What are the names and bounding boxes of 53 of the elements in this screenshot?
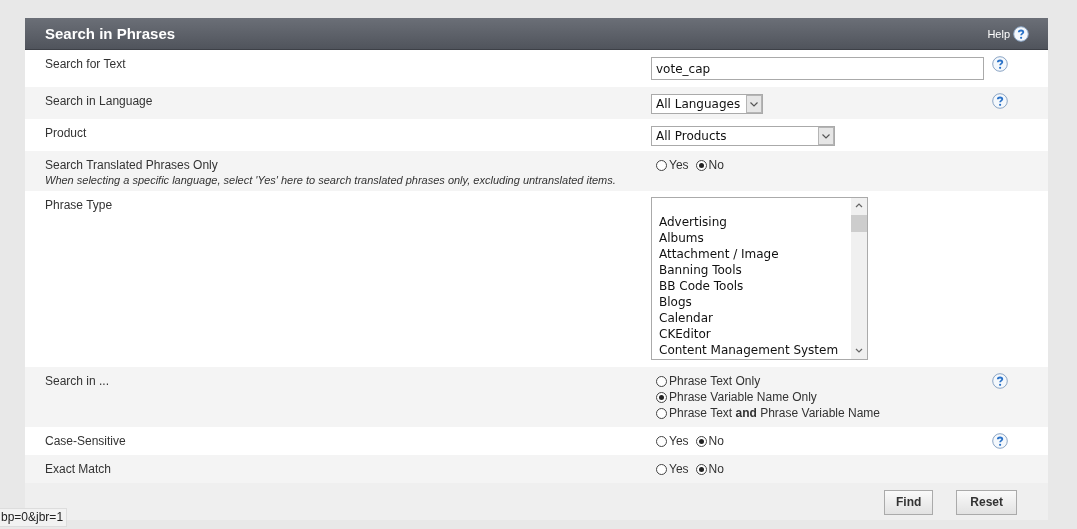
field-label: Product <box>45 126 88 140</box>
radio-label[interactable]: Phrase Text Only <box>669 374 761 388</box>
radio-label[interactable]: Phrase Variable Name Only <box>669 390 817 404</box>
radio-button[interactable] <box>656 407 667 419</box>
help-link[interactable]: Help <box>987 27 1010 40</box>
radio-button[interactable] <box>656 375 667 387</box>
help-icon[interactable] <box>1013 25 1029 42</box>
radio-label[interactable]: Yes <box>669 462 689 476</box>
radio-label[interactable]: No <box>708 462 724 476</box>
radio-button[interactable] <box>656 391 667 403</box>
list-item[interactable]: Albums <box>659 230 851 246</box>
list-item[interactable]: Blogs <box>659 294 851 310</box>
radio-label[interactable]: Yes <box>669 434 689 448</box>
help-icon[interactable] <box>992 56 1008 72</box>
field-label: Search in Language <box>45 94 154 108</box>
radio-button[interactable] <box>695 435 707 447</box>
field-description: When selecting a specific language, select 'Yes' here to search translated phrases only, excluding untranslated items. <box>45 174 617 186</box>
list-item[interactable]: Banning Tools <box>659 262 851 278</box>
field-label: Search Translated Phrases Only <box>45 158 219 172</box>
dropdown[interactable]: All Products <box>651 126 835 146</box>
scrollbar[interactable] <box>851 198 867 359</box>
radio-label[interactable]: Yes <box>669 158 689 172</box>
list-item[interactable]: Attachment / Image <box>659 246 851 262</box>
search-field[interactable]: vote_cap <box>651 57 984 80</box>
panel-title: Search in Phrases <box>45 25 176 42</box>
help-icon[interactable] <box>992 433 1008 449</box>
help-icon[interactable] <box>992 93 1008 109</box>
list-item[interactable]: Calendar <box>659 310 851 326</box>
radio-label[interactable]: Phrase Text and Phrase Variable Name <box>669 406 880 420</box>
help-icon[interactable] <box>992 373 1008 389</box>
field-label: Exact Match <box>45 462 113 476</box>
caret-icon <box>746 95 762 113</box>
list-item[interactable]: BB Code Tools <box>659 278 851 294</box>
field-label: Phrase Type <box>45 198 114 212</box>
field-label: Case-Sensitive <box>45 434 127 448</box>
caret-icon <box>818 127 834 145</box>
radio-button[interactable] <box>695 159 707 171</box>
radio-button[interactable] <box>656 463 667 475</box>
status-url: bp=0&jbr=1 <box>0 508 68 527</box>
radio-label[interactable]: No <box>708 434 724 448</box>
list-item[interactable]: Content Management System <box>659 342 851 358</box>
radio-button[interactable] <box>695 463 707 475</box>
list-item[interactable]: Advertising <box>659 214 851 230</box>
field-label: Search in ... <box>45 374 111 388</box>
form-button[interactable]: Find <box>884 489 934 515</box>
list-item[interactable]: CKEditor <box>659 326 851 342</box>
radio-button[interactable] <box>656 159 667 171</box>
radio-label[interactable]: No <box>708 158 724 172</box>
radio-button[interactable] <box>656 435 667 447</box>
dropdown[interactable]: All Languages <box>651 94 763 114</box>
list-box[interactable]: Advertising Albums Attachment / Image Banning Tools BB Code Tools Blogs Calendar CKEditor Content Management System <box>651 197 868 360</box>
form-button[interactable]: Reset <box>956 489 1017 515</box>
field-label: Search for Text <box>45 57 127 71</box>
